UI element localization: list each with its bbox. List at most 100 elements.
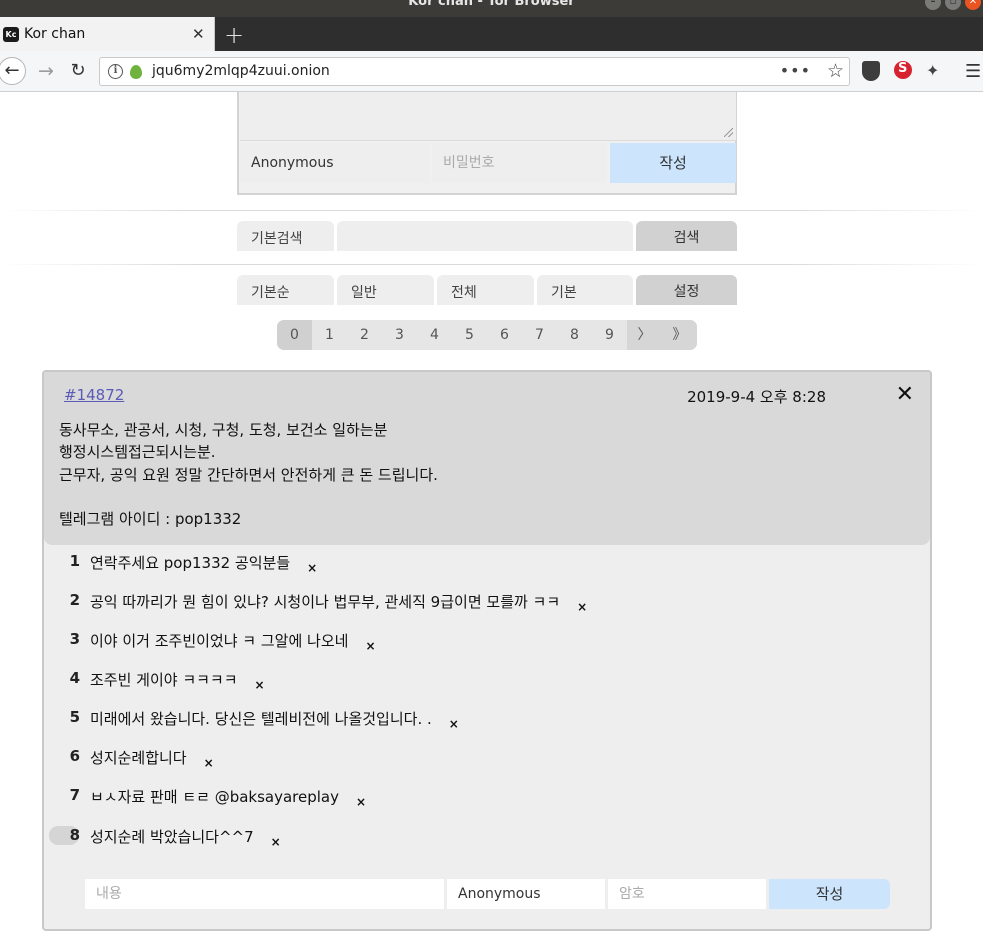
post-body-line: 근무자, 공익 요원 정말 간단하면서 안전하게 큰 돈 드립니다. — [59, 465, 438, 484]
thread-header: #14872 2019-9-4 오후 8:28 ✕ 동사무소, 관공서, 시청,… — [44, 372, 930, 545]
korchan-favicon-icon: Kc — [3, 27, 19, 42]
next-page-icon[interactable]: 〉 — [627, 320, 662, 350]
post-textarea[interactable] — [240, 92, 736, 141]
post-body-line: 텔레그램 아이디 : pop1332 — [59, 510, 242, 529]
reply-text: 미래에서 왔습니다. 당신은 텔레비전에 나올것입니다. . — [90, 710, 432, 728]
magic-wand-icon[interactable]: ✦ — [926, 61, 944, 81]
reload-icon[interactable]: ↻ — [66, 59, 90, 83]
page-link[interactable]: 1 — [312, 320, 347, 350]
reply-item: 1 연락주세요 pop1332 공익분들 × — [44, 552, 930, 580]
delete-reply-icon[interactable]: × — [271, 835, 281, 849]
maximize-icon[interactable]: ▫ — [945, 0, 961, 10]
pagination: 0 1 2 3 4 5 6 7 8 9 〉 》 — [277, 320, 697, 350]
divider — [0, 210, 983, 211]
reply-text: 조주빈 게이야 ㅋㅋㅋㅋ — [90, 671, 238, 689]
window-title: Kor chan - Tor Browser — [408, 0, 575, 9]
reply-name-input[interactable]: Anonymous — [447, 879, 605, 909]
post-date: 2019-9-4 오후 8:28 — [687, 388, 826, 406]
resize-grip-icon[interactable] — [724, 128, 733, 137]
post-body: 동사무소, 관공서, 시청, 구청, 도청, 보건소 일하는분 행정시스템접근되… — [59, 419, 438, 530]
type-select[interactable]: 일반 — [337, 275, 434, 305]
reply-text-wrap: ㅂㅅ자료 판매 ㅌㄹ @baksayareplay × — [90, 786, 366, 809]
url-text[interactable]: jqu6my2mlqp4zuui.onion — [152, 63, 330, 79]
window-controls: – ▫ ✕ — [925, 0, 981, 10]
reply-number: 1 — [69, 552, 80, 570]
back-arrow-icon[interactable]: ← — [0, 57, 26, 85]
window-titlebar: Kor chan - Tor Browser – ▫ ✕ — [0, 0, 983, 17]
page-link[interactable]: 9 — [592, 320, 627, 350]
shield-icon[interactable] — [862, 61, 880, 81]
delete-reply-icon[interactable]: × — [356, 795, 366, 809]
page-link[interactable]: 4 — [417, 320, 452, 350]
reply-text-wrap: 성지순례 박았습니다^^7 × — [90, 826, 281, 849]
forward-arrow-icon[interactable]: → — [34, 59, 58, 83]
reply-text-wrap: 미래에서 왔습니다. 당신은 텔레비전에 나올것입니다. . × — [90, 708, 459, 731]
minimize-icon[interactable]: – — [925, 0, 941, 10]
bookmark-star-icon[interactable]: ☆ — [827, 60, 844, 82]
page-actions-icon[interactable]: ••• — [780, 61, 811, 80]
reply-number: 4 — [69, 669, 80, 687]
reply-content-input[interactable]: 내용 — [85, 879, 444, 909]
password-field[interactable]: 비밀번호 — [432, 143, 607, 183]
reply-item: 5 미래에서 왔습니다. 당신은 텔레비전에 나올것입니다. . × — [44, 708, 930, 736]
reply-item: 3 이야 이거 조주빈이었냐 ㅋ 그알에 나오네 × — [44, 630, 930, 658]
page-link[interactable]: 6 — [487, 320, 522, 350]
reply-number: 6 — [69, 747, 80, 765]
page-link[interactable]: 2 — [347, 320, 382, 350]
search-bar: 기본검색 검색 — [237, 221, 737, 251]
page-link[interactable]: 7 — [522, 320, 557, 350]
tab-close-icon[interactable]: ✕ — [192, 25, 205, 43]
page-link[interactable]: 8 — [557, 320, 592, 350]
post-form: Anonymous 비밀번호 작성 — [237, 92, 737, 195]
reply-item: 8 성지순례 박았습니다^^7 × — [44, 826, 930, 854]
reply-item: 7 ㅂㅅ자료 판매 ㅌㄹ @baksayareplay × — [44, 786, 930, 814]
settings-button[interactable]: 설정 — [636, 275, 737, 305]
delete-reply-icon[interactable]: × — [255, 678, 265, 692]
search-button[interactable]: 검색 — [636, 221, 737, 251]
noscript-icon[interactable] — [894, 61, 912, 79]
page-link[interactable]: 0 — [277, 320, 312, 350]
reply-text-wrap: 성지순례합니다 × — [90, 747, 214, 770]
reply-text: 연락주세요 pop1332 공익분들 — [90, 554, 291, 572]
search-input[interactable] — [337, 221, 633, 251]
url-bar[interactable]: i jqu6my2mlqp4zuui.onion ••• ☆ — [99, 57, 850, 86]
delete-reply-icon[interactable]: × — [204, 756, 214, 770]
reply-number: 7 — [69, 786, 80, 804]
delete-reply-icon[interactable]: × — [449, 717, 459, 731]
hamburger-menu-icon[interactable]: ☰ — [965, 61, 983, 82]
filter-bar: 기본순 일반 전체 기본 설정 — [237, 275, 737, 305]
last-page-icon[interactable]: 》 — [662, 320, 697, 350]
new-tab-icon[interactable]: + — [224, 21, 244, 49]
onion-icon[interactable] — [130, 65, 142, 79]
post-number-link[interactable]: #14872 — [64, 386, 124, 404]
reply-text-wrap: 공익 따까리가 뭔 힘이 있냐? 시청이나 법무부, 관세직 9급이면 모를까 … — [90, 591, 587, 614]
sort-select[interactable]: 기본순 — [237, 275, 334, 305]
reply-submit-button[interactable]: 작성 — [769, 879, 890, 909]
post-close-icon[interactable]: ✕ — [896, 382, 914, 407]
page-content: Anonymous 비밀번호 작성 기본검색 검색 기본순 일반 전체 기본 설… — [0, 92, 983, 950]
delete-reply-icon[interactable]: × — [365, 639, 375, 653]
reply-text-wrap: 이야 이거 조주빈이었냐 ㅋ 그알에 나오네 × — [90, 630, 376, 653]
delete-reply-icon[interactable]: × — [577, 600, 587, 614]
navigation-toolbar: ← → ↻ i jqu6my2mlqp4zuui.onion ••• ☆ ✦ ☰ — [0, 51, 983, 92]
reply-number: 3 — [69, 630, 80, 648]
info-icon[interactable]: i — [108, 64, 123, 79]
view-select[interactable]: 기본 — [537, 275, 633, 305]
reply-text-wrap: 조주빈 게이야 ㅋㅋㅋㅋ × — [90, 669, 265, 692]
submit-button[interactable]: 작성 — [610, 143, 736, 183]
reply-text: 성지순례 박았습니다^^7 — [90, 828, 254, 846]
reply-item: 4 조주빈 게이야 ㅋㅋㅋㅋ × — [44, 669, 930, 697]
page-link[interactable]: 3 — [382, 320, 417, 350]
name-field[interactable]: Anonymous — [240, 143, 429, 183]
reply-text-wrap: 연락주세요 pop1332 공익분들 × — [90, 552, 317, 575]
delete-reply-icon[interactable]: × — [307, 561, 317, 575]
tab-korchan[interactable]: Kc Kor chan ✕ — [0, 17, 215, 51]
reply-password-input[interactable]: 암호 — [608, 879, 766, 909]
reply-item: 6 성지순례합니다 × — [44, 747, 930, 775]
search-mode-select[interactable]: 기본검색 — [237, 221, 334, 251]
window-close-icon[interactable]: ✕ — [965, 0, 981, 10]
page-link[interactable]: 5 — [452, 320, 487, 350]
reply-form: 내용 Anonymous 암호 작성 — [84, 879, 892, 911]
post-body-line: 동사무소, 관공서, 시청, 구청, 도청, 보건소 일하는분 — [59, 421, 388, 439]
scope-select[interactable]: 전체 — [437, 275, 534, 305]
